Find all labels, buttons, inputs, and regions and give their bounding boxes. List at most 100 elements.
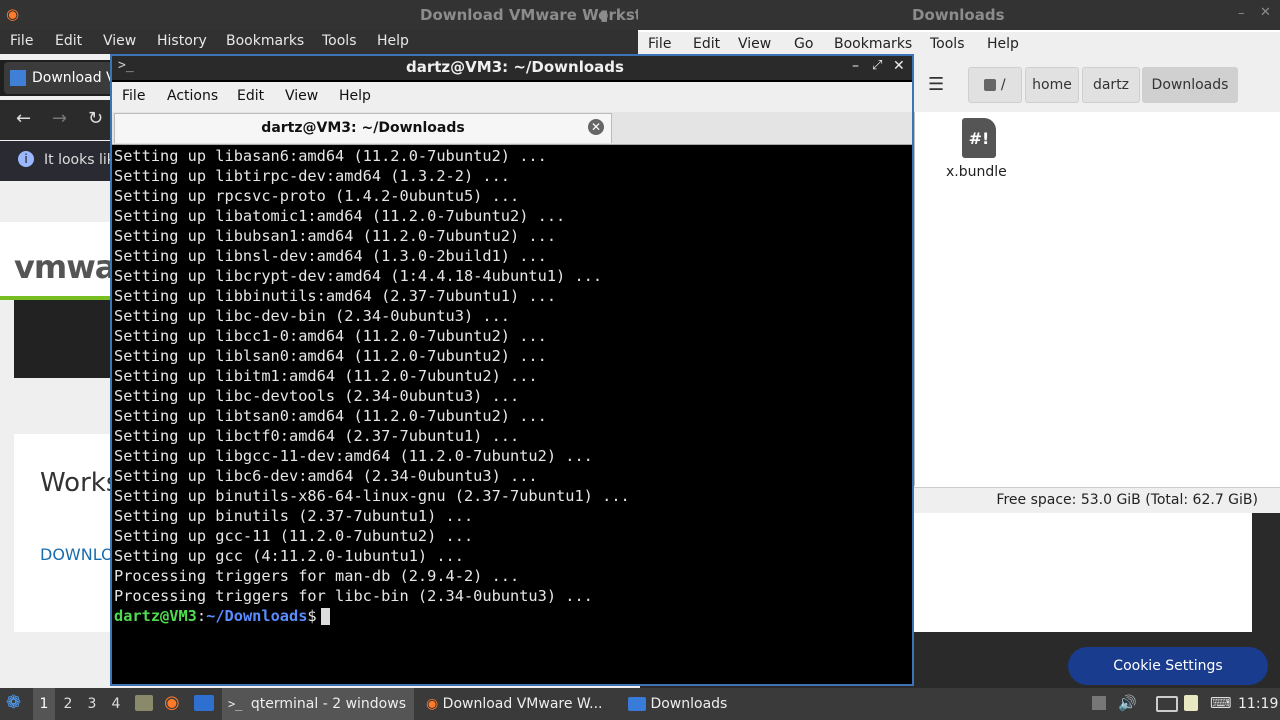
notice-text: It looks lik <box>44 152 115 168</box>
path-root-button[interactable]: / <box>968 67 1022 103</box>
terminal-line: Setting up libtsan0:amd64 (11.2.0-7ubunt… <box>114 407 547 425</box>
fm-menu-go[interactable]: Go <box>794 36 813 52</box>
terminal-line: Setting up libctf0:amd64 (2.37-7ubuntu1)… <box>114 427 520 445</box>
menu-bookmarks[interactable]: Bookmarks <box>226 30 304 52</box>
terminal-tab[interactable]: dartz@VM3: ~/Downloads <box>114 113 612 143</box>
terminal-line: Setting up gcc-11 (11.2.0-7ubuntu2) ... <box>114 527 474 545</box>
prompt-user: dartz@VM3 <box>114 607 197 625</box>
terminal-line: Setting up libitm1:amd64 (11.2.0-7ubuntu… <box>114 367 538 385</box>
product-screenshot-image <box>14 300 114 378</box>
path-root-label: / <box>1000 77 1006 93</box>
terminal-line: Setting up libtirpc-dev:amd64 (1.3.2-2) … <box>114 167 511 185</box>
file-manager-titlebar[interactable]: Downloads – ✕ <box>638 0 1280 30</box>
download-link[interactable]: DOWNLO <box>40 545 114 564</box>
task-downloads[interactable]: Downloads <box>624 688 744 720</box>
path-home-button[interactable]: home <box>1025 67 1079 103</box>
fm-menu-edit[interactable]: Edit <box>693 36 720 52</box>
term-menu-help[interactable]: Help <box>339 88 371 104</box>
fm-menu-bookmarks[interactable]: Bookmarks <box>834 36 912 52</box>
fm-menu-view[interactable]: View <box>738 36 771 52</box>
terminal-prompt: dartz@VM3:~/Downloads$ <box>114 606 908 626</box>
path-downloads-button[interactable]: Downloads <box>1142 67 1238 103</box>
firefox-launcher-icon[interactable]: ◉ <box>164 692 180 713</box>
terminal-app-icon: >_ <box>118 58 134 73</box>
vmware-logo[interactable]: vmwa <box>14 248 116 286</box>
term-menu-file[interactable]: File <box>122 88 145 104</box>
fm-menu-help[interactable]: Help <box>987 36 1019 52</box>
terminal-line: Setting up libatomic1:amd64 (11.2.0-7ubu… <box>114 207 566 225</box>
file-manager-launcher-icon[interactable] <box>135 695 153 711</box>
cookie-settings-button[interactable]: Cookie Settings <box>1068 647 1268 685</box>
firefox-menubar: File Edit View History Bookmarks Tools H… <box>0 30 640 54</box>
workspace-4[interactable]: 4 <box>105 688 127 720</box>
task-firefox[interactable]: ◉ Download VMware W... <box>422 688 618 720</box>
forward-arrow-icon[interactable]: → <box>52 108 67 129</box>
product-heading: Works <box>40 468 120 498</box>
prompt-path: ~/Downloads <box>206 607 308 625</box>
term-menu-actions[interactable]: Actions <box>167 88 218 104</box>
tray-expand-icon[interactable] <box>1092 696 1106 710</box>
terminal-line: Setting up libasan6:amd64 (11.2.0-7ubunt… <box>114 147 547 165</box>
info-icon: i <box>18 151 34 167</box>
clock[interactable]: 11:19 <box>1238 688 1278 720</box>
terminal-menubar: File Actions Edit View Help <box>112 82 912 112</box>
folder-task-icon <box>628 697 646 711</box>
menu-file[interactable]: File <box>10 30 33 52</box>
menu-tools[interactable]: Tools <box>322 30 357 52</box>
prompt-separator: : <box>196 607 207 625</box>
free-space-text: Free space: 53.0 GiB (Total: 62.7 GiB) <box>996 492 1258 508</box>
firefox-titlebar[interactable]: ◉ Download VMware Workst ▮ <box>0 0 642 30</box>
workspace-2[interactable]: 2 <box>57 688 79 720</box>
reload-icon[interactable]: ↻ <box>88 108 103 129</box>
volume-icon[interactable]: 🔊 <box>1118 694 1137 712</box>
task-firefox-label: Download VMware W... <box>442 696 603 712</box>
task-qterminal[interactable]: >_ qterminal - 2 windows <box>222 688 414 720</box>
minimize-icon[interactable]: – <box>1238 6 1245 21</box>
fm-menu-tools[interactable]: Tools <box>930 36 965 52</box>
terminal-line: Setting up libc-dev-bin (2.34-0ubuntu3) … <box>114 307 511 325</box>
terminal-output[interactable]: Setting up libasan6:amd64 (11.2.0-7ubunt… <box>114 146 908 682</box>
terminal-line: Setting up rpcsvc-proto (1.4.2-0ubuntu5)… <box>114 187 520 205</box>
workspace-3[interactable]: 3 <box>81 688 103 720</box>
terminal-titlebar[interactable]: >_ dartz@VM3: ~/Downloads – ⤢ ✕ <box>112 56 912 80</box>
terminal-line: Setting up gcc (4:11.2.0-1ubuntu1) ... <box>114 547 464 565</box>
folder-icon: ▮ <box>600 6 609 24</box>
terminal-title: dartz@VM3: ~/Downloads <box>406 58 624 76</box>
keyboard-icon[interactable]: ⌨ <box>1210 694 1232 712</box>
tab-close-icon[interactable]: ✕ <box>588 119 604 135</box>
fm-menu-file[interactable]: File <box>648 36 671 52</box>
list-view-icon[interactable]: ☰ <box>928 74 944 95</box>
term-menu-view[interactable]: View <box>285 88 318 104</box>
maximize-icon[interactable]: ⤢ <box>872 58 882 73</box>
terminal-line: Processing triggers for man-db (2.9.4-2)… <box>114 567 520 585</box>
terminal-line: Setting up binutils (2.37-7ubuntu1) ... <box>114 507 474 525</box>
firefox-title: Download VMware Workst <box>420 6 642 24</box>
path-dartz-button[interactable]: dartz <box>1082 67 1140 103</box>
clipboard-icon[interactable] <box>1184 695 1198 711</box>
close-icon[interactable]: ✕ <box>893 58 905 74</box>
menu-history[interactable]: History <box>157 30 207 52</box>
terminal-line: Setting up libnsl-dev:amd64 (1.3.0-2buil… <box>114 247 547 265</box>
prompt-symbol: $ <box>307 607 317 625</box>
drive-icon <box>984 79 997 91</box>
workspace-1[interactable]: 1 <box>33 688 55 720</box>
minimize-icon[interactable]: – <box>852 58 859 74</box>
term-menu-edit[interactable]: Edit <box>237 88 264 104</box>
terminal-line: Setting up libubsan1:amd64 (11.2.0-7ubun… <box>114 227 557 245</box>
script-file-icon[interactable]: #! <box>962 118 996 158</box>
desktop-launcher-icon[interactable] <box>194 695 214 711</box>
menu-view[interactable]: View <box>103 30 136 52</box>
back-arrow-icon[interactable]: ← <box>16 108 31 129</box>
menu-edit[interactable]: Edit <box>55 30 82 52</box>
menu-help[interactable]: Help <box>377 30 409 52</box>
file-name[interactable]: x.bundle <box>946 164 1007 180</box>
terminal-line: Setting up liblsan0:amd64 (11.2.0-7ubunt… <box>114 347 547 365</box>
start-menu-icon[interactable]: ❁ <box>6 692 21 713</box>
firefox-tab[interactable]: Download Vi <box>4 62 124 94</box>
terminal-line: Setting up libgcc-11-dev:amd64 (11.2.0-7… <box>114 447 593 465</box>
task-downloads-label: Downloads <box>650 696 728 712</box>
terminal-line: Setting up binutils-x86-64-linux-gnu (2.… <box>114 487 630 505</box>
terminal-line: Setting up libc6-dev:amd64 (2.34-0ubuntu… <box>114 467 538 485</box>
display-icon[interactable] <box>1156 696 1178 712</box>
close-icon[interactable]: ✕ <box>1260 5 1271 20</box>
